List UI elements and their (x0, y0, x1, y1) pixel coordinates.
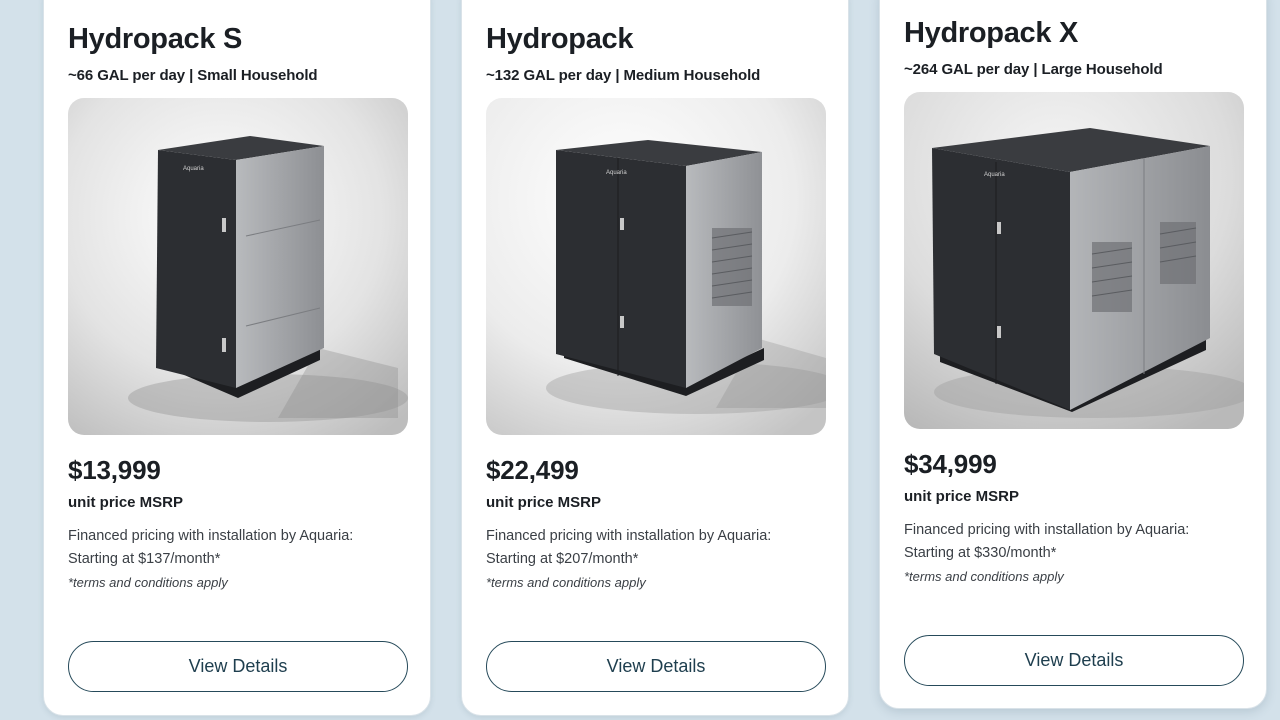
monthly-price: Starting at $207/month* (486, 551, 639, 567)
product-card-hydropack-s: Hydropack S ~66 GAL per day | Small Hous… (43, 0, 431, 716)
monthly-price: Starting at $137/month* (68, 551, 221, 567)
terms-note: *terms and conditions apply (68, 575, 228, 590)
product-card-hydropack-x: Hydropack X ~264 GAL per day | Large Hou… (879, 0, 1267, 709)
brand-logo: Aquaria (183, 166, 204, 172)
product-price: $34,999 (904, 449, 997, 479)
terms-note: *terms and conditions apply (486, 575, 646, 590)
view-details-button[interactable]: View Details (904, 635, 1244, 686)
product-name: Hydropack X (904, 17, 1078, 49)
financing-text: Financed pricing with installation by Aq… (68, 528, 354, 544)
water-unit-large-image: Aquaria (904, 92, 1244, 429)
product-image: Aquaria (68, 98, 408, 435)
view-details-button[interactable]: View Details (68, 641, 408, 692)
financing-text: Financed pricing with installation by Aq… (486, 528, 772, 544)
price-label: unit price MSRP (486, 494, 602, 511)
product-name: Hydropack S (68, 23, 242, 55)
monthly-price: Starting at $330/month* (904, 545, 1057, 561)
product-image: Aquaria (904, 92, 1244, 429)
product-price: $22,499 (486, 455, 579, 485)
product-image: Aquaria (486, 98, 826, 435)
price-label: unit price MSRP (68, 494, 184, 511)
product-capacity: ~264 GAL per day | Large Household (904, 61, 1163, 78)
brand-logo: Aquaria (606, 170, 627, 176)
water-unit-medium-image: Aquaria (486, 98, 826, 435)
product-price: $13,999 (68, 455, 161, 485)
terms-note: *terms and conditions apply (904, 569, 1064, 584)
view-details-button[interactable]: View Details (486, 641, 826, 692)
price-label: unit price MSRP (904, 488, 1020, 505)
product-capacity: ~66 GAL per day | Small Household (68, 67, 318, 84)
product-name: Hydropack (486, 23, 634, 55)
financing-text: Financed pricing with installation by Aq… (904, 522, 1190, 538)
product-capacity: ~132 GAL per day | Medium Household (486, 67, 761, 84)
brand-logo: Aquaria (984, 172, 1005, 178)
product-card-hydropack: Hydropack ~132 GAL per day | Medium Hous… (461, 0, 849, 716)
water-unit-small-image: Aquaria (68, 98, 408, 435)
